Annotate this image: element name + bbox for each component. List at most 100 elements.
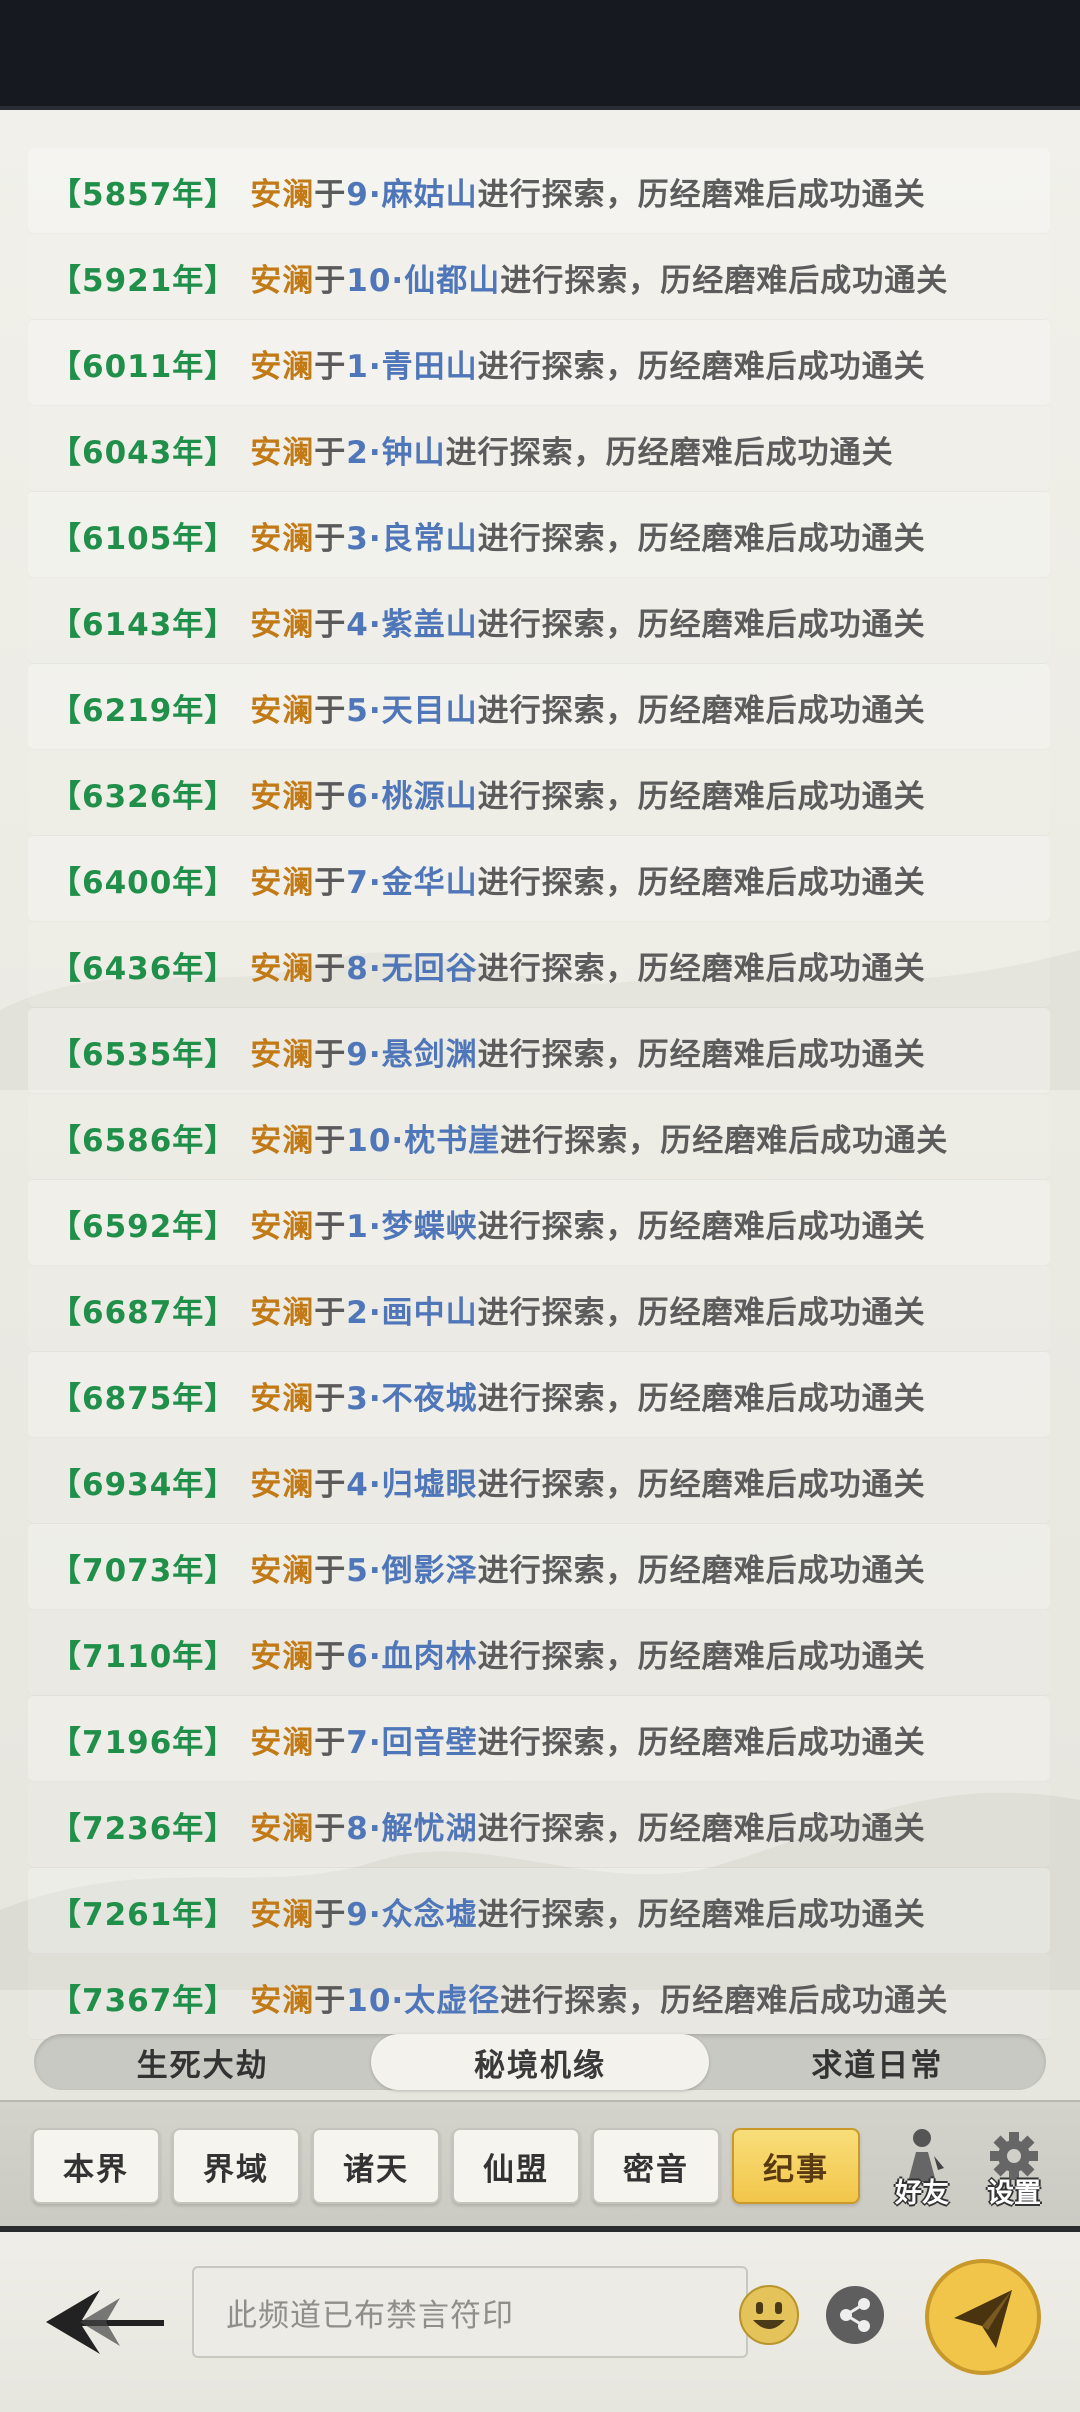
log-entry-name: 安澜 [250, 950, 315, 987]
log-entry-place: 9·麻姑山 [346, 176, 478, 213]
log-entry-place: 7·回音壁 [346, 1724, 478, 1761]
log-entry-connector: 于 [314, 1552, 347, 1589]
log-entry: 【7261年】 安澜于 9·众念墟 进行探索，历经磨难后成功通关 [28, 1868, 1050, 1954]
subtab-life-death-tribulation[interactable]: 生死大劫 [34, 2034, 371, 2090]
log-entry-name: 安澜 [250, 520, 315, 557]
log-entry-connector: 于 [314, 520, 347, 557]
log-entry-place: 8·解忧湖 [346, 1810, 478, 1847]
log-entry-result: 进行探索，历经磨难后成功通关 [477, 778, 926, 815]
share-icon[interactable] [824, 2284, 886, 2346]
chronicle-log-list[interactable]: 【5857年】 安澜于 9·麻姑山 进行探索，历经磨难后成功通关 【5921年】 安澜于 1… [28, 148, 1050, 2040]
log-entry-year: 【7196年】 [50, 1724, 237, 1761]
log-entry-year: 【7110年】 [50, 1638, 237, 1675]
channel-tab-benjie[interactable]: 本界 [32, 2128, 160, 2204]
log-entry: 【7073年】 安澜于 5·倒影泽 进行探索，历经磨难后成功通关 [28, 1524, 1050, 1610]
log-entry: 【6586年】 安澜于 10·枕书崖 进行探索，历经磨难后成功通关 [28, 1094, 1050, 1180]
log-entry-result: 进行探索，历经磨难后成功通关 [477, 520, 926, 557]
log-entry: 【7110年】 安澜于 6·血肉林 进行探索，历经磨难后成功通关 [28, 1610, 1050, 1696]
log-entry: 【5921年】 安澜于 10·仙都山 进行探索，历经磨难后成功通关 [28, 234, 1050, 320]
log-entry-result: 进行探索，历经磨难后成功通关 [477, 1036, 926, 1073]
log-entry: 【6934年】 安澜于 4·归墟眼 进行探索，历经磨难后成功通关 [28, 1438, 1050, 1524]
log-entry-year: 【6875年】 [50, 1380, 237, 1417]
channel-tab-zhutian[interactable]: 诸天 [312, 2128, 440, 2204]
friends-button[interactable]: 好友 [886, 2122, 958, 2212]
log-entry-place: 10·太虚径 [346, 1982, 501, 2019]
log-entry-result: 进行探索，历经磨难后成功通关 [500, 1122, 949, 1159]
log-entry-place: 2·画中山 [346, 1294, 478, 1331]
log-entry-year: 【6105年】 [50, 520, 237, 557]
log-entry-name: 安澜 [250, 1552, 315, 1589]
log-entry-connector: 于 [314, 348, 347, 385]
log-entry: 【7196年】 安澜于 7·回音壁 进行探索，历经磨难后成功通关 [28, 1696, 1050, 1782]
log-entry-name: 安澜 [250, 1380, 315, 1417]
subtab-daily-dao[interactable]: 求道日常 [709, 2034, 1046, 2090]
log-entry-result: 进行探索，历经磨难后成功通关 [477, 1380, 926, 1417]
log-entry: 【6436年】 安澜于 8·无回谷 进行探索，历经磨难后成功通关 [28, 922, 1050, 1008]
log-entry-place: 10·枕书崖 [346, 1122, 501, 1159]
log-entry: 【7367年】 安澜于 10·太虚径 进行探索，历经磨难后成功通关 [28, 1954, 1050, 2040]
log-entry-connector: 于 [314, 1724, 347, 1761]
log-entry-result: 进行探索，历经磨难后成功通关 [477, 348, 926, 385]
settings-button[interactable]: 设置 [978, 2122, 1050, 2212]
log-entry-connector: 于 [314, 1466, 347, 1503]
log-entry-connector: 于 [314, 1294, 347, 1331]
log-entry-year: 【6219年】 [50, 692, 237, 729]
log-entry: 【6687年】 安澜于 2·画中山 进行探索，历经磨难后成功通关 [28, 1266, 1050, 1352]
log-entry-result: 进行探索，历经磨难后成功通关 [500, 1982, 949, 2019]
log-entry-year: 【6687年】 [50, 1294, 237, 1331]
log-entry: 【6400年】 安澜于 7·金华山 进行探索，历经磨难后成功通关 [28, 836, 1050, 922]
log-entry-result: 进行探索，历经磨难后成功通关 [445, 434, 894, 471]
log-entry-result: 进行探索，历经磨难后成功通关 [477, 1896, 926, 1933]
log-entry-name: 安澜 [250, 1294, 315, 1331]
log-entry-year: 【6592年】 [50, 1208, 237, 1245]
chat-input-bar: 此频道已布禁言符印 [0, 2226, 1080, 2412]
channel-tab-jishi[interactable]: 纪事 [732, 2128, 860, 2204]
log-entry-year: 【7367年】 [50, 1982, 237, 2019]
log-entry-place: 5·天目山 [346, 692, 478, 729]
log-entry-year: 【6535年】 [50, 1036, 237, 1073]
log-entry-result: 进行探索，历经磨难后成功通关 [500, 262, 949, 299]
log-entry: 【7236年】 安澜于 8·解忧湖 进行探索，历经磨难后成功通关 [28, 1782, 1050, 1868]
log-entry-connector: 于 [314, 434, 347, 471]
log-entry: 【6326年】 安澜于 6·桃源山 进行探索，历经磨难后成功通关 [28, 750, 1050, 836]
log-entry-connector: 于 [314, 176, 347, 213]
chat-input-placeholder: 此频道已布禁言符印 [226, 2297, 514, 2334]
send-icon[interactable] [924, 2258, 1042, 2376]
log-entry-result: 进行探索，历经磨难后成功通关 [477, 1638, 926, 1675]
log-entry-connector: 于 [314, 1036, 347, 1073]
subtab-secret-realm[interactable]: 秘境机缘 [371, 2034, 709, 2090]
log-entry-name: 安澜 [250, 606, 315, 643]
log-entry-result: 进行探索，历经磨难后成功通关 [477, 1466, 926, 1503]
log-entry-place: 6·桃源山 [346, 778, 478, 815]
log-entry: 【6105年】 安澜于 3·良常山 进行探索，历经磨难后成功通关 [28, 492, 1050, 578]
log-entry-result: 进行探索，历经磨难后成功通关 [477, 1294, 926, 1331]
channel-tab-miyin[interactable]: 密音 [592, 2128, 720, 2204]
log-entry: 【5857年】 安澜于 9·麻姑山 进行探索，历经磨难后成功通关 [28, 148, 1050, 234]
log-entry-name: 安澜 [250, 348, 315, 385]
log-entry-result: 进行探索，历经磨难后成功通关 [477, 692, 926, 729]
log-entry-name: 安澜 [250, 1466, 315, 1503]
log-entry-connector: 于 [314, 1638, 347, 1675]
log-entry-year: 【6326年】 [50, 778, 237, 815]
log-entry-year: 【6586年】 [50, 1122, 237, 1159]
log-entry-connector: 于 [314, 1208, 347, 1245]
log-entry-connector: 于 [314, 1810, 347, 1847]
log-entry: 【6011年】 安澜于 1·青田山 进行探索，历经磨难后成功通关 [28, 320, 1050, 406]
log-entry-place: 9·众念墟 [346, 1896, 478, 1933]
chat-input[interactable]: 此频道已布禁言符印 [192, 2266, 748, 2358]
channel-tab-jieyu[interactable]: 界域 [172, 2128, 300, 2204]
emoji-icon[interactable] [738, 2284, 800, 2346]
log-entry-year: 【7073年】 [50, 1552, 237, 1589]
log-entry: 【6535年】 安澜于 9·悬剑渊 进行探索，历经磨难后成功通关 [28, 1008, 1050, 1094]
log-entry-result: 进行探索，历经磨难后成功通关 [477, 1208, 926, 1245]
log-entry-name: 安澜 [250, 1122, 315, 1159]
log-entry-place: 5·倒影泽 [346, 1552, 478, 1589]
log-entry-connector: 于 [314, 864, 347, 901]
settings-label: 设置 [987, 2178, 1041, 2209]
log-entry-place: 3·不夜城 [346, 1380, 478, 1417]
channel-tab-xianmeng[interactable]: 仙盟 [452, 2128, 580, 2204]
back-arrow-icon[interactable] [40, 2282, 170, 2362]
log-entry-name: 安澜 [250, 1810, 315, 1847]
log-entry-place: 7·金华山 [346, 864, 478, 901]
log-entry: 【6143年】 安澜于 4·紫盖山 进行探索，历经磨难后成功通关 [28, 578, 1050, 664]
